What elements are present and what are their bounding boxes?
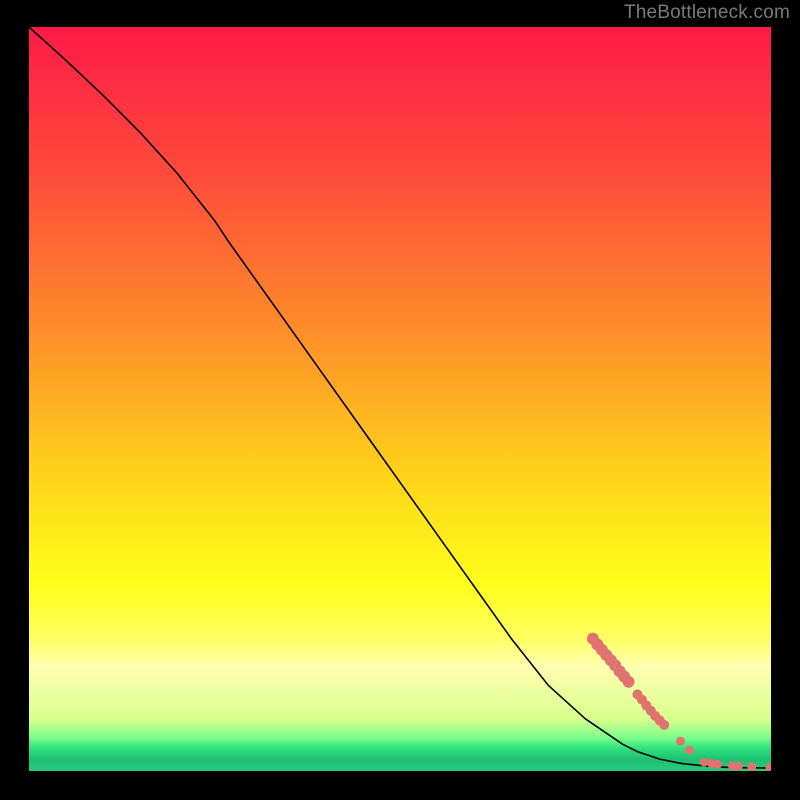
marker-point (747, 762, 756, 771)
marker-point (659, 720, 669, 730)
marker-point (700, 758, 709, 767)
plot-area (29, 27, 771, 771)
chart-svg (29, 27, 771, 771)
marker-point (685, 746, 694, 755)
marker-point (713, 760, 722, 769)
marker-point (623, 676, 635, 688)
chart-frame: TheBottleneck.com (0, 0, 800, 800)
marker-point (676, 737, 685, 746)
gradient-background (29, 27, 771, 771)
attribution-text: TheBottleneck.com (624, 2, 790, 24)
marker-point (734, 762, 743, 771)
